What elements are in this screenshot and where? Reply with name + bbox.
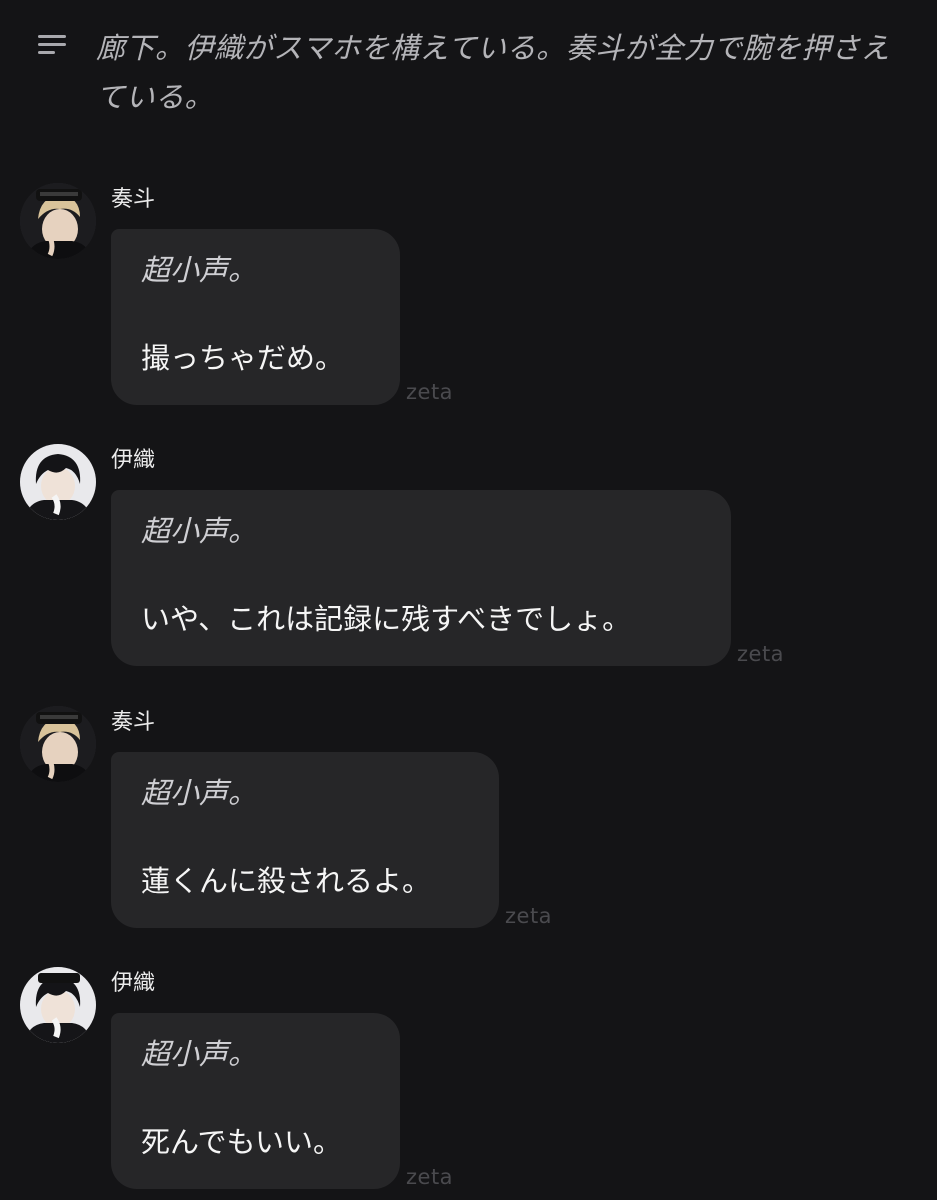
action-text: 超小声。 xyxy=(141,253,258,287)
menu-icon[interactable] xyxy=(38,32,66,56)
character-avatar-kanato[interactable] xyxy=(20,183,96,259)
zeta-watermark: zeta xyxy=(406,1165,454,1189)
sender-name: 伊織 xyxy=(111,971,156,996)
action-text: 超小声。 xyxy=(141,1037,258,1071)
action-text: 超小声。 xyxy=(141,776,258,810)
message-bubble: 超小声。 死んでもいい。 xyxy=(111,1013,400,1189)
zeta-watermark: zeta xyxy=(505,904,553,928)
speech-text: 死んでもいい。 xyxy=(141,1125,342,1159)
sender-name: 奏斗 xyxy=(111,187,156,212)
character-avatar-iori[interactable] xyxy=(20,444,96,520)
zeta-watermark: zeta xyxy=(737,642,785,666)
message-bubble: 超小声。 撮っちゃだめ。 xyxy=(111,229,400,405)
message-bubble: 超小声。 蓮くんに殺されるよ。 xyxy=(111,752,499,928)
sender-name: 奏斗 xyxy=(111,710,156,735)
narration-block: 廊下。伊織がスマホを構えている。奏斗が全力で腕を押さえている。 xyxy=(38,24,898,122)
speech-text: 撮っちゃだめ。 xyxy=(141,341,345,375)
narration-text: 廊下。伊織がスマホを構えている。奏斗が全力で腕を押さえている。 xyxy=(96,31,891,114)
speech-text: 蓮くんに殺されるよ。 xyxy=(141,864,432,898)
speech-text: いや、これは記録に残すべきでしょ。 xyxy=(141,602,632,636)
sender-name: 伊織 xyxy=(111,448,156,473)
action-text: 超小声。 xyxy=(141,514,258,548)
zeta-watermark: zeta xyxy=(406,380,454,404)
character-avatar-kanato[interactable] xyxy=(20,706,96,782)
message-bubble: 超小声。 いや、これは記録に残すべきでしょ。 xyxy=(111,490,731,666)
character-avatar-iori[interactable] xyxy=(20,967,96,1043)
